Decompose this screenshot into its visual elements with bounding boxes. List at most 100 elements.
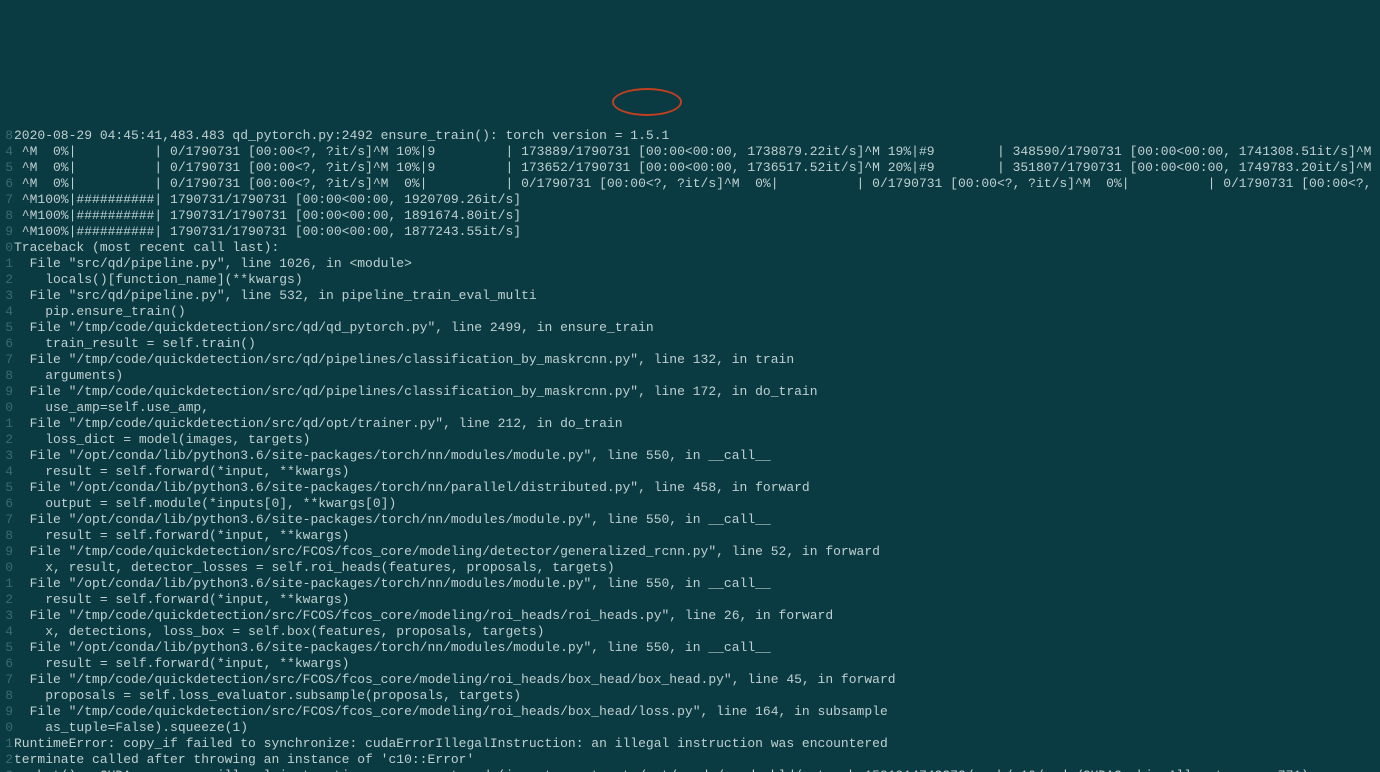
line-text: File "src/qd/pipeline.py", line 532, in … bbox=[14, 288, 537, 304]
terminal-line: 2 locals()[function_name](**kwargs) bbox=[0, 272, 1380, 288]
line-text: terminate called after throwing an insta… bbox=[14, 752, 474, 768]
line-number: 8 bbox=[0, 528, 14, 544]
line-number: 2 bbox=[0, 432, 14, 448]
line-number: 6 bbox=[0, 336, 14, 352]
line-number: 0 bbox=[0, 720, 14, 736]
line-number: 2 bbox=[0, 592, 14, 608]
line-number: 8 bbox=[0, 208, 14, 224]
line-number: 5 bbox=[0, 480, 14, 496]
terminal-line: 7 File "/tmp/code/quickdetection/src/qd/… bbox=[0, 352, 1380, 368]
terminal-line: 7 File "/opt/conda/lib/python3.6/site-pa… bbox=[0, 512, 1380, 528]
line-text: File "/opt/conda/lib/python3.6/site-pack… bbox=[14, 512, 771, 528]
line-number: 0 bbox=[0, 240, 14, 256]
line-text: File "/opt/conda/lib/python3.6/site-pack… bbox=[14, 480, 810, 496]
line-number: 3 bbox=[0, 608, 14, 624]
line-number: 1 bbox=[0, 576, 14, 592]
terminal-line: 5 File "/opt/conda/lib/python3.6/site-pa… bbox=[0, 480, 1380, 496]
line-number: 5 bbox=[0, 320, 14, 336]
terminal-line: 6 output = self.module(*inputs[0], **kwa… bbox=[0, 496, 1380, 512]
line-text: proposals = self.loss_evaluator.subsampl… bbox=[14, 688, 521, 704]
line-text: File "src/qd/pipeline.py", line 1026, in… bbox=[14, 256, 412, 272]
terminal-line: 0 Traceback (most recent call last): bbox=[0, 240, 1380, 256]
red-circle-annotation bbox=[612, 88, 682, 116]
terminal-line: 1 RuntimeError: copy_if failed to synchr… bbox=[0, 736, 1380, 752]
terminal-line: 1 File "/opt/conda/lib/python3.6/site-pa… bbox=[0, 576, 1380, 592]
terminal-line: 8 proposals = self.loss_evaluator.subsam… bbox=[0, 688, 1380, 704]
terminal-line: 6 ^M 0%| | 0/1790731 [00:00<?, ?it/s]^M … bbox=[0, 176, 1380, 192]
line-text: File "/tmp/code/quickdetection/src/qd/pi… bbox=[14, 352, 794, 368]
line-number: 6 bbox=[0, 656, 14, 672]
terminal-line: 0 use_amp=self.use_amp, bbox=[0, 400, 1380, 416]
line-text: ^M100%|##########| 1790731/1790731 [00:0… bbox=[14, 192, 521, 208]
line-number: 5 bbox=[0, 640, 14, 656]
terminal-line: 5 ^M 0%| | 0/1790731 [00:00<?, ?it/s]^M … bbox=[0, 160, 1380, 176]
line-number: 3 bbox=[0, 768, 14, 772]
line-number: 2 bbox=[0, 752, 14, 768]
line-text: Traceback (most recent call last): bbox=[14, 240, 279, 256]
line-number: 5 bbox=[0, 160, 14, 176]
line-number: 0 bbox=[0, 400, 14, 416]
line-number: 4 bbox=[0, 624, 14, 640]
line-text: RuntimeError: copy_if failed to synchron… bbox=[14, 736, 888, 752]
line-text: use_amp=self.use_amp, bbox=[14, 400, 209, 416]
line-text: 2020-08-29 04:45:41,483.483 qd_pytorch.p… bbox=[14, 128, 669, 144]
line-text: train_result = self.train() bbox=[14, 336, 256, 352]
line-text: output = self.module(*inputs[0], **kwarg… bbox=[14, 496, 396, 512]
line-text: File "/tmp/code/quickdetection/src/FCOS/… bbox=[14, 544, 880, 560]
terminal-line: 2 result = self.forward(*input, **kwargs… bbox=[0, 592, 1380, 608]
line-number: 7 bbox=[0, 512, 14, 528]
line-text: arguments) bbox=[14, 368, 123, 384]
terminal-line: 4 ^M 0%| | 0/1790731 [00:00<?, ?it/s]^M … bbox=[0, 144, 1380, 160]
terminal-line: 2 loss_dict = model(images, targets) bbox=[0, 432, 1380, 448]
terminal-line: 1 File "/tmp/code/quickdetection/src/qd/… bbox=[0, 416, 1380, 432]
line-text: ^M100%|##########| 1790731/1790731 [00:0… bbox=[14, 224, 521, 240]
line-text: x, detections, loss_box = self.box(featu… bbox=[14, 624, 545, 640]
line-number: 6 bbox=[0, 176, 14, 192]
line-number: 1 bbox=[0, 736, 14, 752]
line-number: 8 bbox=[0, 128, 14, 144]
line-number: 3 bbox=[0, 288, 14, 304]
line-number: 4 bbox=[0, 304, 14, 320]
terminal-line: 8 ^M100%|##########| 1790731/1790731 [00… bbox=[0, 208, 1380, 224]
terminal-line: 3 File "/opt/conda/lib/python3.6/site-pa… bbox=[0, 448, 1380, 464]
terminal-output[interactable]: 8 2020-08-29 04:45:41,483.483 qd_pytorch… bbox=[0, 80, 1380, 772]
terminal-line: 4 pip.ensure_train() bbox=[0, 304, 1380, 320]
line-text: ^M 0%| | 0/1790731 [00:00<?, ?it/s]^M 10… bbox=[14, 144, 1371, 160]
line-text: File "/tmp/code/quickdetection/src/FCOS/… bbox=[14, 704, 888, 720]
terminal-line: 7 ^M100%|##########| 1790731/1790731 [00… bbox=[0, 192, 1380, 208]
line-text: File "/opt/conda/lib/python3.6/site-pack… bbox=[14, 576, 771, 592]
line-number: 8 bbox=[0, 688, 14, 704]
line-number: 4 bbox=[0, 464, 14, 480]
line-number: 7 bbox=[0, 352, 14, 368]
line-number: 8 bbox=[0, 368, 14, 384]
line-text: result = self.forward(*input, **kwargs) bbox=[14, 528, 349, 544]
terminal-line: 0 as_tuple=False).squeeze(1) bbox=[0, 720, 1380, 736]
line-text: result = self.forward(*input, **kwargs) bbox=[14, 464, 349, 480]
line-text: ^M 0%| | 0/1790731 [00:00<?, ?it/s]^M 10… bbox=[14, 160, 1371, 176]
line-text: pip.ensure_train() bbox=[14, 304, 186, 320]
line-number: 2 bbox=[0, 272, 14, 288]
terminal-line: 3 File "/tmp/code/quickdetection/src/FCO… bbox=[0, 608, 1380, 624]
terminal-line: 6 result = self.forward(*input, **kwargs… bbox=[0, 656, 1380, 672]
line-number: 4 bbox=[0, 144, 14, 160]
line-number: 7 bbox=[0, 192, 14, 208]
terminal-line: 5 File "/opt/conda/lib/python3.6/site-pa… bbox=[0, 640, 1380, 656]
terminal-line: 8 arguments) bbox=[0, 368, 1380, 384]
line-number: 9 bbox=[0, 704, 14, 720]
line-text: File "/tmp/code/quickdetection/src/qd/op… bbox=[14, 416, 623, 432]
terminal-line: 0 x, result, detector_losses = self.roi_… bbox=[0, 560, 1380, 576]
line-text: File "/tmp/code/quickdetection/src/FCOS/… bbox=[14, 672, 896, 688]
terminal-line: 3 File "src/qd/pipeline.py", line 532, i… bbox=[0, 288, 1380, 304]
terminal-line: 7 File "/tmp/code/quickdetection/src/FCO… bbox=[0, 672, 1380, 688]
line-number: 7 bbox=[0, 672, 14, 688]
terminal-line: 8 result = self.forward(*input, **kwargs… bbox=[0, 528, 1380, 544]
terminal-line: 3 what(): CUDA error: an illegal instruc… bbox=[0, 768, 1380, 772]
line-text: result = self.forward(*input, **kwargs) bbox=[14, 592, 349, 608]
terminal-line: 9 ^M100%|##########| 1790731/1790731 [00… bbox=[0, 224, 1380, 240]
terminal-line: 9 File "/tmp/code/quickdetection/src/FCO… bbox=[0, 544, 1380, 560]
line-number: 9 bbox=[0, 224, 14, 240]
terminal-line: 2 terminate called after throwing an ins… bbox=[0, 752, 1380, 768]
terminal-line: 1 File "src/qd/pipeline.py", line 1026, … bbox=[0, 256, 1380, 272]
line-number: 9 bbox=[0, 544, 14, 560]
line-text: File "/tmp/code/quickdetection/src/qd/pi… bbox=[14, 384, 818, 400]
